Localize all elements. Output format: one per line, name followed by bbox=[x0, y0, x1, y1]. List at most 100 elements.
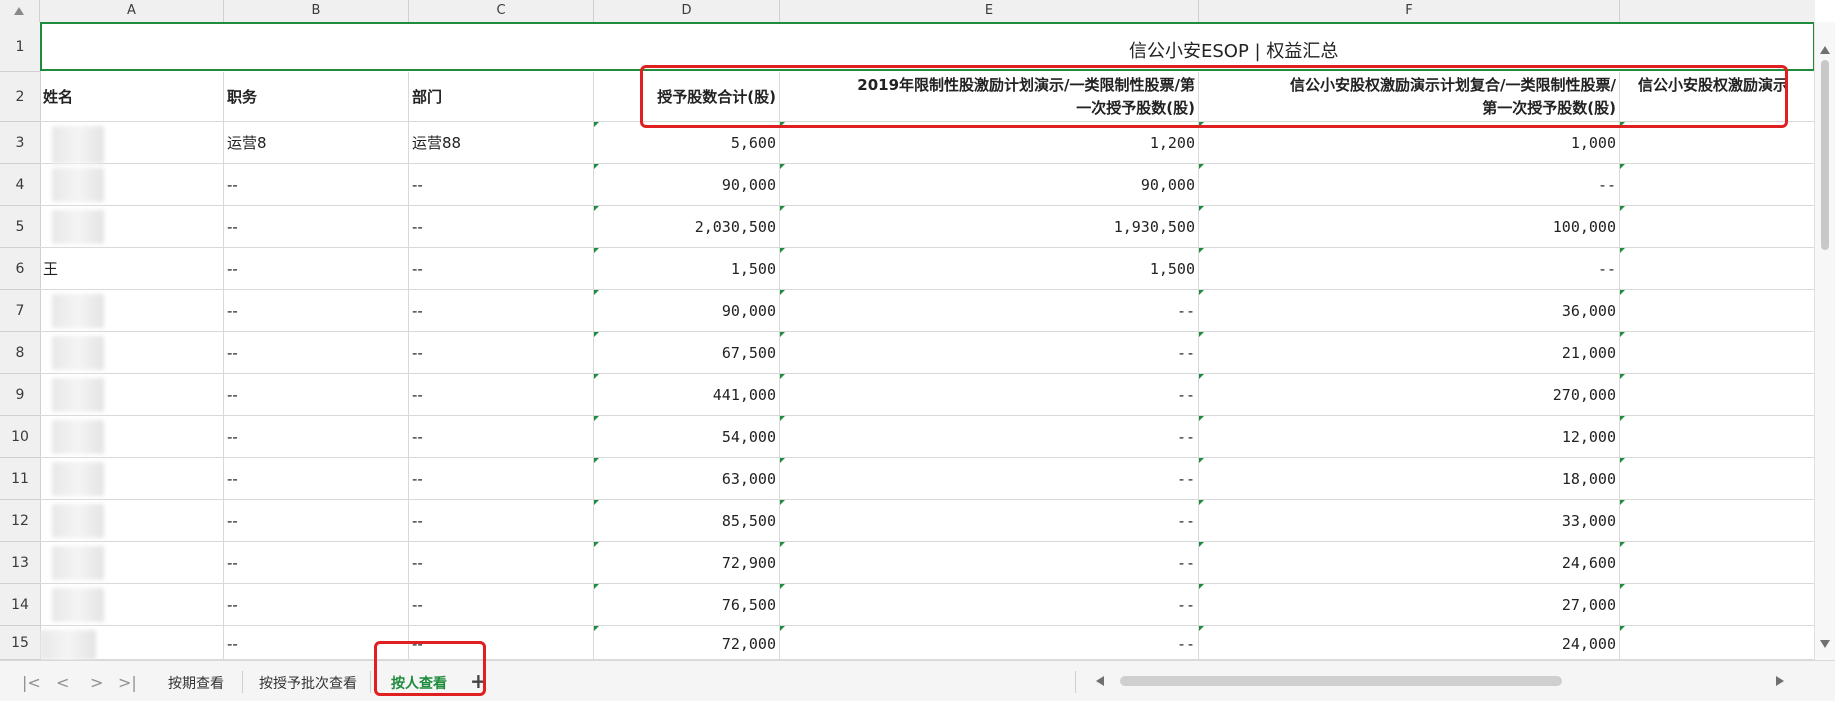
cell-plan-2019[interactable]: 1,930,500 bbox=[780, 206, 1199, 248]
cell-department[interactable]: -- bbox=[409, 206, 594, 248]
vertical-scrollbar[interactable] bbox=[1814, 22, 1835, 660]
header-position[interactable]: 职务 bbox=[224, 72, 409, 122]
cell-total-shares[interactable]: 72,900 bbox=[594, 542, 780, 584]
cell-total-shares[interactable]: 76,500 bbox=[594, 584, 780, 626]
cell-composite-plan[interactable]: 270,000 bbox=[1199, 374, 1620, 416]
title-merged-cell[interactable]: 信公小安ESOP | 权益汇总 bbox=[40, 22, 1815, 71]
cell-position[interactable]: -- bbox=[224, 500, 409, 542]
cell-department[interactable]: -- bbox=[409, 374, 594, 416]
cell-plan-2019[interactable]: 90,000 bbox=[780, 164, 1199, 206]
cell-next-plan[interactable] bbox=[1620, 626, 1815, 660]
cell-position[interactable]: -- bbox=[224, 584, 409, 626]
column-header-c[interactable]: C bbox=[409, 0, 594, 22]
cell-next-plan[interactable] bbox=[1620, 374, 1815, 416]
cell-position[interactable]: 运营8 bbox=[224, 122, 409, 164]
cell-position[interactable]: -- bbox=[224, 542, 409, 584]
cell-department[interactable]: -- bbox=[409, 458, 594, 500]
cell-position[interactable]: -- bbox=[224, 248, 409, 290]
cell-department[interactable]: -- bbox=[409, 416, 594, 458]
cell-position[interactable]: -- bbox=[224, 332, 409, 374]
row-header-4[interactable]: 4 bbox=[0, 164, 40, 206]
last-sheet-icon[interactable]: >| bbox=[118, 673, 137, 692]
cell-total-shares[interactable]: 90,000 bbox=[594, 164, 780, 206]
row-header-1[interactable]: 1 bbox=[0, 22, 40, 72]
cell-next-plan[interactable] bbox=[1620, 458, 1815, 500]
row-header-8[interactable]: 8 bbox=[0, 332, 40, 374]
cell-next-plan[interactable] bbox=[1620, 332, 1815, 374]
cell-department[interactable]: -- bbox=[409, 584, 594, 626]
cell-total-shares[interactable]: 63,000 bbox=[594, 458, 780, 500]
cell-position[interactable]: -- bbox=[224, 416, 409, 458]
cell-composite-plan[interactable]: 33,000 bbox=[1199, 500, 1620, 542]
cell-next-plan[interactable] bbox=[1620, 122, 1815, 164]
row-header-11[interactable]: 11 bbox=[0, 458, 40, 500]
scroll-down-icon[interactable] bbox=[1820, 640, 1830, 648]
scroll-right-icon[interactable] bbox=[1776, 676, 1784, 686]
cell-position[interactable]: -- bbox=[224, 206, 409, 248]
row-header-9[interactable]: 9 bbox=[0, 374, 40, 416]
scroll-left-icon[interactable] bbox=[1096, 676, 1104, 686]
cell-next-plan[interactable] bbox=[1620, 248, 1815, 290]
header-department[interactable]: 部门 bbox=[409, 72, 594, 122]
column-header-e[interactable]: E bbox=[780, 0, 1199, 22]
cell-department[interactable]: -- bbox=[409, 542, 594, 584]
row-header-15[interactable]: 15 bbox=[0, 626, 40, 660]
cell-next-plan[interactable] bbox=[1620, 164, 1815, 206]
cell-next-plan[interactable] bbox=[1620, 206, 1815, 248]
cell-department[interactable]: -- bbox=[409, 164, 594, 206]
cell-plan-2019[interactable]: -- bbox=[780, 416, 1199, 458]
cell-next-plan[interactable] bbox=[1620, 542, 1815, 584]
cell-next-plan[interactable] bbox=[1620, 500, 1815, 542]
cell-composite-plan[interactable]: 100,000 bbox=[1199, 206, 1620, 248]
cell-total-shares[interactable]: 67,500 bbox=[594, 332, 780, 374]
cell-plan-2019[interactable]: -- bbox=[780, 626, 1199, 660]
cell-composite-plan[interactable]: -- bbox=[1199, 164, 1620, 206]
cell-position[interactable]: -- bbox=[224, 374, 409, 416]
cell-next-plan[interactable] bbox=[1620, 290, 1815, 332]
column-header-b[interactable]: B bbox=[224, 0, 409, 22]
row-header-10[interactable]: 10 bbox=[0, 416, 40, 458]
cell-total-shares[interactable]: 54,000 bbox=[594, 416, 780, 458]
cell-composite-plan[interactable]: -- bbox=[1199, 248, 1620, 290]
row-header-6[interactable]: 6 bbox=[0, 248, 40, 290]
cell-plan-2019[interactable]: -- bbox=[780, 542, 1199, 584]
cell-plan-2019[interactable]: -- bbox=[780, 332, 1199, 374]
cell-plan-2019[interactable]: 1,500 bbox=[780, 248, 1199, 290]
cell-position[interactable]: -- bbox=[224, 164, 409, 206]
cell-total-shares[interactable]: 441,000 bbox=[594, 374, 780, 416]
tab-by-period[interactable]: 按期查看 bbox=[168, 673, 224, 693]
cell-next-plan[interactable] bbox=[1620, 416, 1815, 458]
row-header-2[interactable]: 2 bbox=[0, 72, 40, 122]
cell-plan-2019[interactable]: -- bbox=[780, 584, 1199, 626]
row-header-14[interactable]: 14 bbox=[0, 584, 40, 626]
cell-composite-plan[interactable]: 24,600 bbox=[1199, 542, 1620, 584]
first-sheet-icon[interactable]: |< bbox=[22, 673, 41, 692]
cell-total-shares[interactable]: 1,500 bbox=[594, 248, 780, 290]
cell-total-shares[interactable]: 72,000 bbox=[594, 626, 780, 660]
cell-name[interactable]: 王 bbox=[40, 248, 224, 290]
row-header-12[interactable]: 12 bbox=[0, 500, 40, 542]
cell-total-shares[interactable]: 90,000 bbox=[594, 290, 780, 332]
tab-by-batch[interactable]: 按授予批次查看 bbox=[259, 673, 357, 693]
cell-composite-plan[interactable]: 36,000 bbox=[1199, 290, 1620, 332]
cell-composite-plan[interactable]: 27,000 bbox=[1199, 584, 1620, 626]
cell-plan-2019[interactable]: -- bbox=[780, 458, 1199, 500]
column-header-d[interactable]: D bbox=[594, 0, 780, 22]
column-header-a[interactable]: A bbox=[40, 0, 224, 22]
cell-department[interactable]: -- bbox=[409, 290, 594, 332]
cell-department[interactable]: -- bbox=[409, 248, 594, 290]
scroll-up-icon[interactable] bbox=[1820, 46, 1830, 54]
header-name[interactable]: 姓名 bbox=[40, 72, 224, 122]
vertical-scroll-thumb[interactable] bbox=[1821, 60, 1829, 250]
cell-department[interactable]: 运营88 bbox=[409, 122, 594, 164]
row-header-13[interactable]: 13 bbox=[0, 542, 40, 584]
cell-plan-2019[interactable]: -- bbox=[780, 500, 1199, 542]
column-header-f[interactable]: F bbox=[1199, 0, 1620, 22]
cell-composite-plan[interactable]: 12,000 bbox=[1199, 416, 1620, 458]
prev-sheet-icon[interactable]: < bbox=[56, 673, 69, 692]
cell-composite-plan[interactable]: 21,000 bbox=[1199, 332, 1620, 374]
cell-composite-plan[interactable]: 24,000 bbox=[1199, 626, 1620, 660]
cell-plan-2019[interactable]: 1,200 bbox=[780, 122, 1199, 164]
cell-composite-plan[interactable]: 18,000 bbox=[1199, 458, 1620, 500]
cell-position[interactable]: -- bbox=[224, 290, 409, 332]
